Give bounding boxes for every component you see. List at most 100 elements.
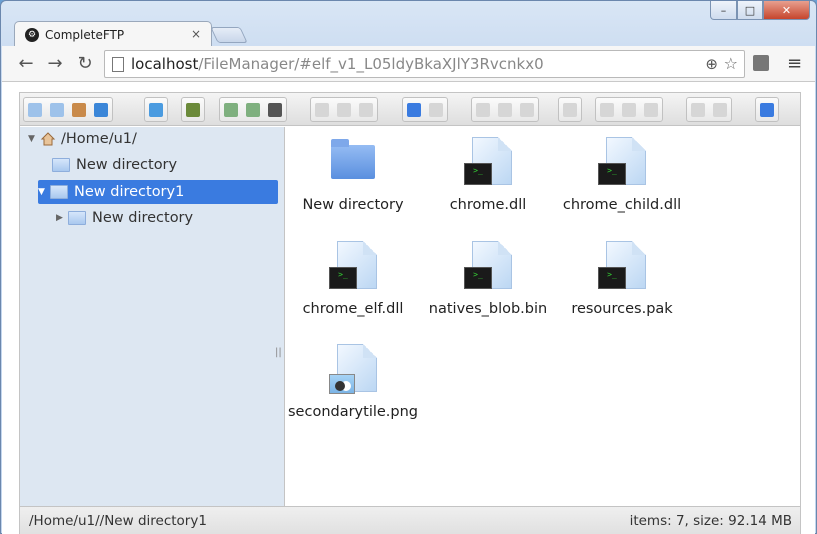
tree-item-label: New directory bbox=[76, 157, 178, 173]
tree-root[interactable]: ▼ /Home/u1/ bbox=[28, 127, 278, 151]
tab-title: CompleteFTP bbox=[45, 27, 125, 42]
url-path: /FileManager/#elf_v1_L05ldyBkaXJlY3Rvcnk… bbox=[198, 55, 544, 73]
file-item[interactable]: >_ chrome.dll bbox=[423, 137, 553, 213]
nav-button-group bbox=[23, 97, 113, 122]
collapse-arrow-icon[interactable]: ▼ bbox=[28, 134, 40, 144]
expand-arrow-icon[interactable]: ▼ bbox=[38, 187, 50, 197]
paste-icon[interactable] bbox=[516, 98, 538, 121]
maximize-button[interactable]: □ bbox=[737, 1, 763, 20]
misc-group bbox=[595, 97, 663, 122]
icons-view-icon[interactable] bbox=[687, 98, 709, 121]
info-group bbox=[402, 97, 448, 122]
file-name: New directory bbox=[302, 197, 404, 213]
folder-icon bbox=[329, 137, 377, 187]
file-item[interactable]: New directory bbox=[288, 137, 418, 213]
refresh-icon[interactable] bbox=[145, 98, 167, 121]
new-tab-button[interactable] bbox=[210, 27, 248, 43]
file-item[interactable]: secondarytile.png bbox=[288, 344, 418, 420]
file-name: resources.pak bbox=[571, 301, 673, 317]
file-manager-toolbar bbox=[20, 93, 800, 126]
binary-file-icon: >_ bbox=[598, 137, 646, 187]
file-item[interactable]: >_ natives_blob.bin bbox=[423, 241, 553, 317]
pointer-icon[interactable] bbox=[355, 98, 377, 121]
save-icon[interactable] bbox=[264, 98, 286, 121]
new-file-icon[interactable] bbox=[333, 98, 355, 121]
up-icon[interactable] bbox=[90, 98, 112, 121]
address-bar[interactable]: localhost/FileManager/#elf_v1_L05ldyBkaX… bbox=[104, 50, 745, 78]
rename-icon[interactable] bbox=[596, 98, 618, 121]
file-name: chrome.dll bbox=[449, 197, 527, 213]
upload-icon[interactable] bbox=[220, 98, 242, 121]
clipboard-group bbox=[471, 97, 539, 122]
site-logo-icon: ⚙ bbox=[25, 27, 39, 42]
home-folder-icon bbox=[40, 131, 56, 147]
tree-item-label: New directory1 bbox=[74, 184, 185, 200]
home-icon[interactable] bbox=[68, 98, 90, 121]
browser-toolbar: ← → ↻ localhost/FileManager/#elf_v1_L05l… bbox=[2, 46, 815, 82]
expand-arrow-icon[interactable]: ▶ bbox=[56, 213, 68, 223]
tree-item-new-directory[interactable]: New directory bbox=[40, 153, 278, 177]
new-folder-icon[interactable] bbox=[311, 98, 333, 121]
tree-item-new-directory1[interactable]: ▼ New directory1 bbox=[38, 180, 278, 204]
list-view-icon[interactable] bbox=[709, 98, 731, 121]
binary-file-icon: >_ bbox=[329, 241, 377, 291]
open-folder-icon bbox=[50, 185, 68, 199]
image-file-icon bbox=[329, 344, 377, 394]
select-all-icon[interactable] bbox=[618, 98, 640, 121]
items-summary: items: 7, size: 92.14 MB bbox=[629, 513, 792, 529]
extension-icon[interactable] bbox=[753, 55, 769, 71]
info-icon[interactable] bbox=[403, 98, 425, 121]
back-button[interactable]: ← bbox=[15, 53, 37, 74]
back-nav-icon[interactable] bbox=[24, 98, 46, 121]
window-controls: – □ ✕ bbox=[710, 1, 810, 20]
directory-tree: ▼ /Home/u1/ New directory ▼ New director… bbox=[20, 127, 285, 506]
resize-icon[interactable] bbox=[640, 98, 662, 121]
open-icon[interactable] bbox=[182, 98, 204, 121]
tree-root-label: /Home/u1/ bbox=[61, 131, 137, 147]
help-group bbox=[755, 97, 779, 122]
file-name: chrome_child.dll bbox=[562, 197, 682, 213]
delete-group bbox=[558, 97, 582, 122]
forward-button[interactable]: → bbox=[44, 53, 66, 74]
file-manager: ▼ /Home/u1/ New directory ▼ New director… bbox=[19, 92, 801, 534]
file-grid: New directory >_ chrome.dll >_ chrome_ch… bbox=[286, 127, 800, 506]
page-content: ▼ /Home/u1/ New directory ▼ New director… bbox=[2, 82, 815, 534]
binary-file-icon: >_ bbox=[464, 241, 512, 291]
browser-tab[interactable]: ⚙ CompleteFTP × bbox=[14, 21, 212, 47]
tree-item-label: New directory bbox=[92, 210, 194, 226]
transfer-group bbox=[219, 97, 287, 122]
preview-icon[interactable] bbox=[425, 98, 447, 121]
view-group bbox=[686, 97, 732, 122]
folder-icon bbox=[52, 158, 70, 172]
reload-group bbox=[144, 97, 168, 122]
browser-menu-icon[interactable]: ≡ bbox=[787, 53, 802, 74]
pane-splitter[interactable]: || bbox=[275, 347, 282, 358]
status-bar: /Home/u1//New directory1 items: 7, size:… bbox=[20, 506, 800, 534]
minimize-button[interactable]: – bbox=[710, 1, 737, 20]
cut-icon[interactable] bbox=[494, 98, 516, 121]
file-name: natives_blob.bin bbox=[428, 301, 548, 317]
edit-group bbox=[310, 97, 378, 122]
tab-close-icon[interactable]: × bbox=[191, 27, 201, 41]
browser-window: – □ ✕ ⚙ CompleteFTP × ← → ↻ localhost/Fi… bbox=[0, 0, 817, 534]
delete-icon[interactable] bbox=[559, 98, 581, 121]
page-icon bbox=[112, 57, 124, 72]
file-item[interactable]: >_ resources.pak bbox=[557, 241, 687, 317]
download-icon[interactable] bbox=[242, 98, 264, 121]
file-item[interactable]: >_ chrome_elf.dll bbox=[288, 241, 418, 317]
select-group bbox=[181, 97, 205, 122]
file-name: secondarytile.png bbox=[288, 404, 419, 420]
tree-item-new-directory-child[interactable]: ▶ New directory bbox=[56, 206, 278, 230]
help-icon[interactable] bbox=[756, 98, 778, 121]
copy-icon[interactable] bbox=[472, 98, 494, 121]
reload-button[interactable]: ↻ bbox=[74, 53, 96, 74]
zoom-icon[interactable]: ⊕ bbox=[705, 55, 718, 73]
url-host: localhost bbox=[131, 55, 199, 73]
file-name: chrome_elf.dll bbox=[302, 301, 404, 317]
binary-file-icon: >_ bbox=[464, 137, 512, 187]
bookmark-star-icon[interactable]: ☆ bbox=[724, 54, 738, 73]
file-item[interactable]: >_ chrome_child.dll bbox=[557, 137, 687, 213]
forward-nav-icon[interactable] bbox=[46, 98, 68, 121]
binary-file-icon: >_ bbox=[598, 241, 646, 291]
close-window-button[interactable]: ✕ bbox=[763, 1, 810, 20]
